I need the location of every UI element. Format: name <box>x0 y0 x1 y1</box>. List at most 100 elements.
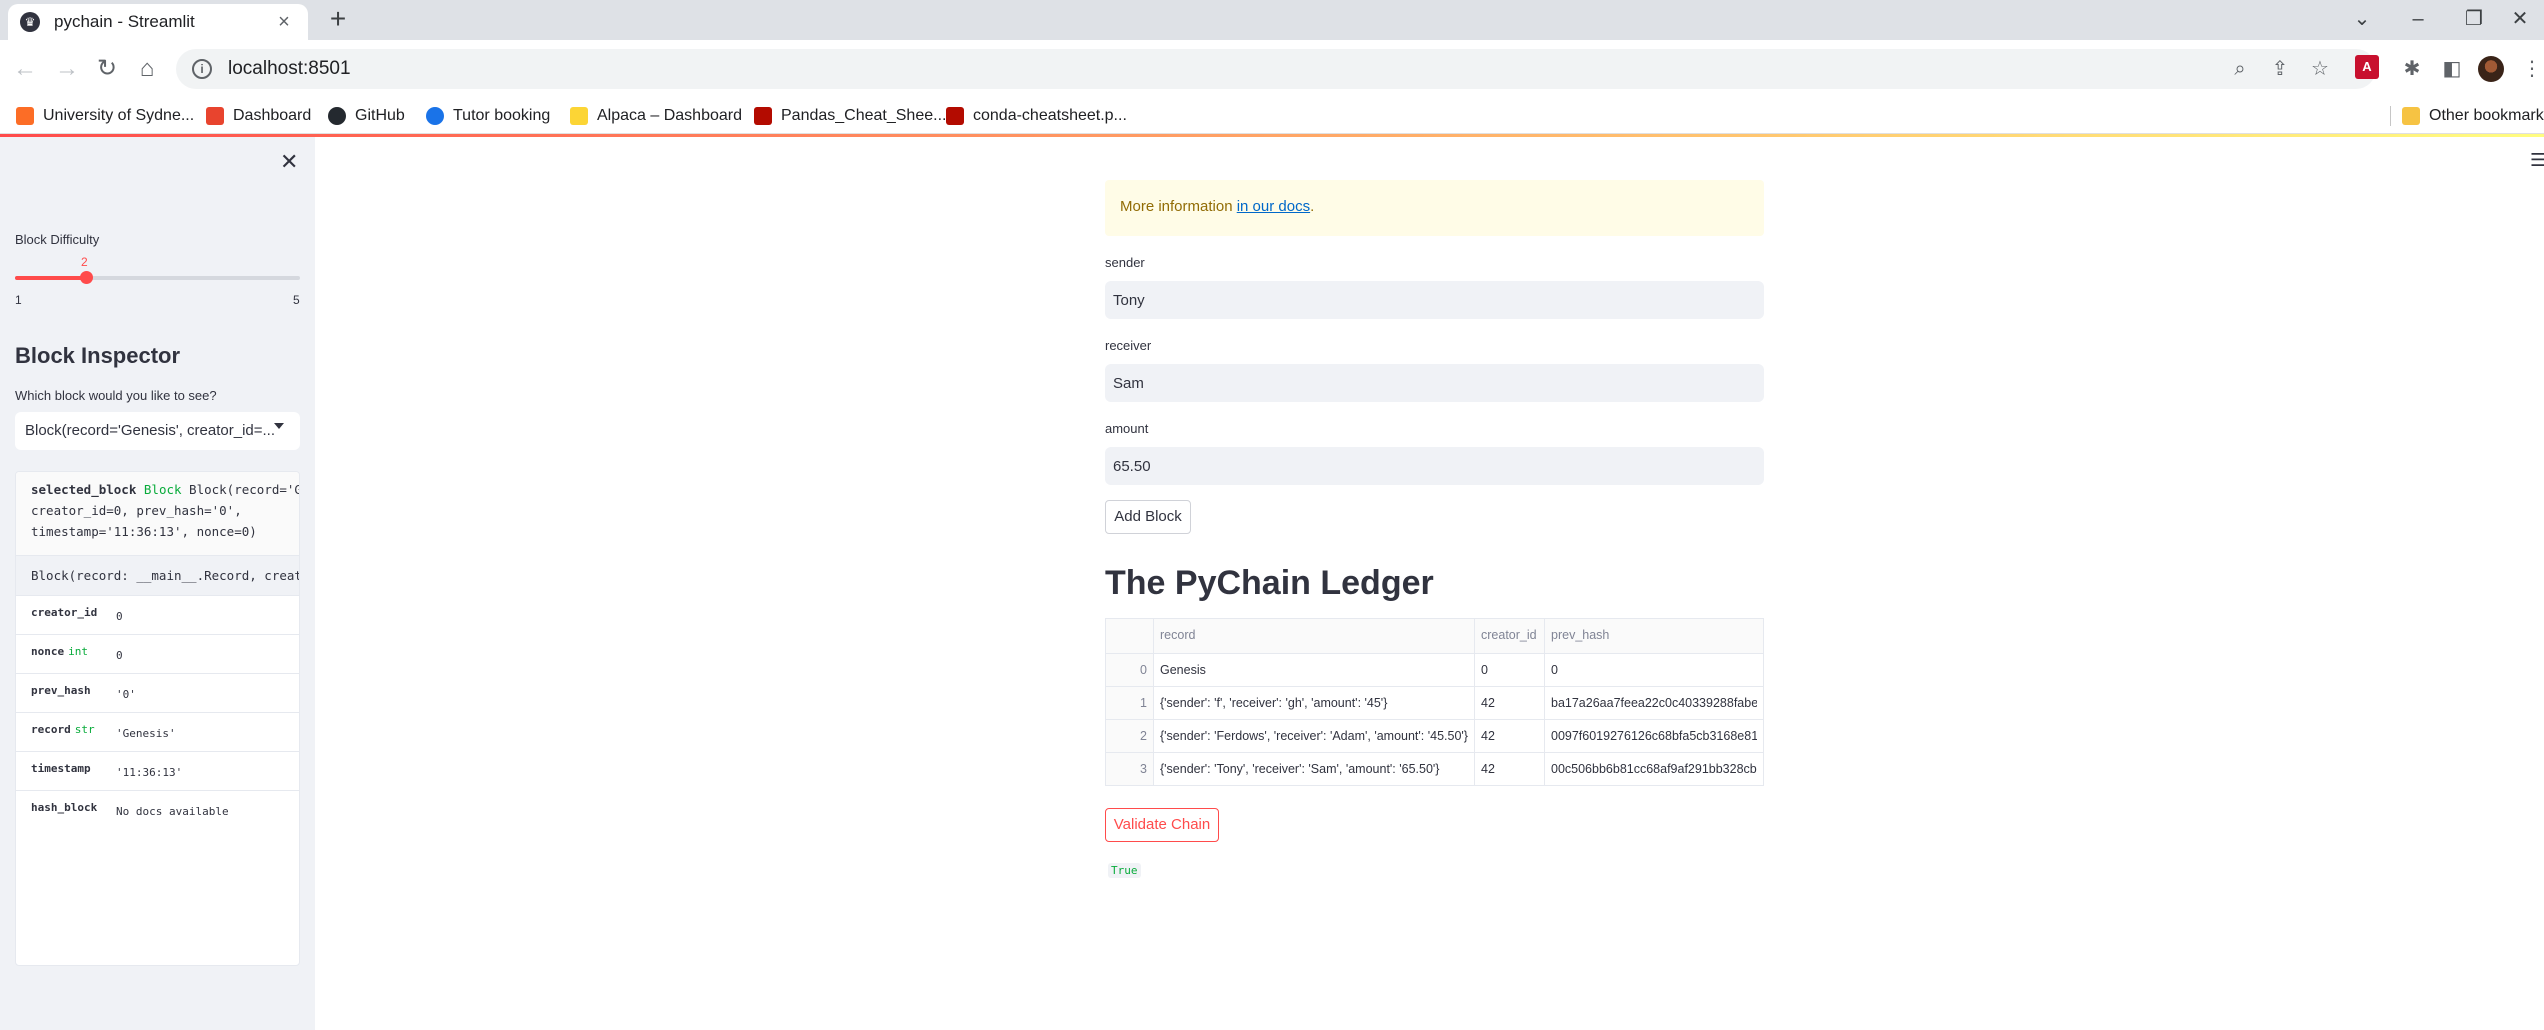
amount-input[interactable]: 65.50 <box>1105 447 1764 485</box>
docs-link[interactable]: in our docs <box>1237 198 1310 215</box>
help-member-name: hash_block <box>31 801 98 814</box>
help-member-name: prev_hash <box>31 684 91 697</box>
browser-tab[interactable]: ♛ pychain - Streamlit × <box>8 4 308 40</box>
chevron-down-icon[interactable] <box>274 423 284 429</box>
prev-hash-cell[interactable]: 00c506bb6b81cc68af9af291bb328cb4 <box>1545 753 1757 785</box>
bookmark-label: GitHub <box>355 107 405 124</box>
ledger-heading: The PyChain Ledger <box>1105 564 1434 602</box>
tutor-icon <box>426 107 444 125</box>
receiver-input[interactable]: Sam <box>1105 364 1764 402</box>
block-inspector-heading: Block Inspector <box>15 343 181 368</box>
bookmark-separator <box>2390 106 2391 126</box>
slider-fill <box>15 276 87 280</box>
pdf-extension-icon[interactable]: A <box>2355 55 2379 79</box>
sidebar-close-icon[interactable]: ✕ <box>280 149 298 175</box>
block-select[interactable]: Block(record='Genesis', creator_id=... <box>15 412 300 450</box>
bookmark-label: University of Sydne... <box>43 107 195 124</box>
creator-id-cell[interactable]: 0 <box>1475 654 1545 686</box>
record-cell[interactable]: Genesis <box>1154 654 1475 686</box>
prev-hash-cell[interactable]: 0 <box>1545 654 1757 686</box>
bookmark-item[interactable]: GitHub <box>328 104 405 128</box>
star-icon[interactable]: ☆ <box>2308 57 2332 81</box>
info-icon[interactable]: i <box>192 59 212 79</box>
help-sig-line3: timestamp='11:36:13', nonce=0) <box>31 524 257 539</box>
help-member-row: prev_hash '0' <box>16 674 299 713</box>
column-header[interactable]: record <box>1154 619 1475 653</box>
bookmarks-bar: University of Sydne... Dashboard GitHub … <box>0 98 2544 134</box>
help-member-row: hash_block No docs available <box>16 791 299 830</box>
slider-label: Block Difficulty <box>15 232 100 247</box>
bookmark-item[interactable]: Dashboard <box>206 104 311 128</box>
minimize-icon[interactable]: – <box>2398 4 2438 34</box>
bookmark-item[interactable]: Alpaca – Dashboard <box>570 104 742 128</box>
record-cell[interactable]: {'sender': 'f', 'receiver': 'gh', 'amoun… <box>1154 687 1475 719</box>
bookmark-label: conda-cheatsheet.p... <box>973 107 1127 124</box>
help-member-row: nonce int 0 <box>16 635 299 674</box>
record-cell[interactable]: {'sender': 'Ferdows', 'receiver': 'Adam'… <box>1154 720 1475 752</box>
url-text[interactable]: localhost:8501 <box>228 58 351 80</box>
tab-title: pychain - Streamlit <box>54 12 195 31</box>
share-icon[interactable]: ⇪ <box>2268 57 2292 81</box>
column-header <box>1106 619 1154 653</box>
record-cell[interactable]: {'sender': 'Tony', 'receiver': 'Sam', 'a… <box>1154 753 1475 785</box>
sender-input[interactable]: Tony <box>1105 281 1764 319</box>
difficulty-slider[interactable] <box>15 271 300 284</box>
sidebar: ✕ Block Difficulty 2 1 5 Block Inspector… <box>0 137 315 1030</box>
slider-min: 1 <box>15 293 22 307</box>
bookmark-label: Alpaca – Dashboard <box>597 107 742 124</box>
address-bar[interactable]: i localhost:8501 ⌕ ⇪ ☆ <box>176 49 2376 89</box>
table-header: record creator_id prev_hash <box>1106 619 1763 654</box>
ledger-table[interactable]: record creator_id prev_hash 0 Genesis 0 … <box>1105 618 1764 786</box>
validate-chain-button[interactable]: Validate Chain <box>1105 808 1219 842</box>
help-member-name: timestamp <box>31 762 91 775</box>
bookmark-item[interactable]: University of Sydne... <box>16 104 194 128</box>
row-index: 0 <box>1106 654 1154 686</box>
help-var-name: selected_block <box>31 482 137 497</box>
gitlab-icon <box>16 107 34 125</box>
tab-close-icon[interactable]: × <box>272 11 296 34</box>
prev-hash-cell[interactable]: 0097f6019276126c68bfa5cb3168e818c <box>1545 720 1757 752</box>
window-close-icon[interactable]: ✕ <box>2500 4 2540 34</box>
back-icon[interactable]: ← <box>10 54 40 84</box>
help-member-value: 0 <box>116 649 123 662</box>
row-index: 3 <box>1106 753 1154 785</box>
help-docstring: Block(record: __main__.Record, creator_i… <box>16 556 299 596</box>
sidepanel-icon[interactable]: ◧ <box>2438 55 2466 83</box>
help-member-value: 'Genesis' <box>116 727 176 740</box>
column-header[interactable]: prev_hash <box>1545 619 1757 653</box>
zoom-icon[interactable]: ⌕ <box>2228 57 2252 81</box>
tab-search-icon[interactable]: ⌄ <box>2342 4 2382 34</box>
creator-id-cell[interactable]: 42 <box>1475 720 1545 752</box>
help-var-type: Block <box>143 482 182 497</box>
creator-id-cell[interactable]: 42 <box>1475 753 1545 785</box>
forward-icon[interactable]: → <box>52 54 82 84</box>
streamlit-decoration-bar <box>0 134 2544 137</box>
select-label: Which block would you like to see? <box>15 388 217 403</box>
help-member-value: '0' <box>116 688 136 701</box>
office-icon <box>206 107 224 125</box>
kebab-menu-icon[interactable]: ⋮ <box>2518 55 2544 83</box>
info-alert: More information in our docs. <box>1105 180 1764 236</box>
help-sig-line2: creator_id=0, prev_hash='0', <box>31 503 242 518</box>
new-tab-icon[interactable]: + <box>324 5 352 34</box>
prev-hash-cell[interactable]: ba17a26aa7feea22c0c40339288fabe1c <box>1545 687 1757 719</box>
validation-result: True <box>1108 863 1141 878</box>
hamburger-icon[interactable]: ☰ <box>2530 150 2544 171</box>
reload-icon[interactable]: ↻ <box>92 54 122 84</box>
help-member-name: nonce int <box>31 645 88 658</box>
column-header[interactable]: creator_id <box>1475 619 1545 653</box>
restore-icon[interactable]: ❐ <box>2454 4 2494 34</box>
extensions-icon[interactable]: ✱ <box>2398 55 2426 83</box>
slider-thumb[interactable] <box>80 271 94 284</box>
home-icon[interactable]: ⌂ <box>132 54 162 84</box>
bookmark-item[interactable]: conda-cheatsheet.p... <box>946 104 1127 128</box>
other-bookmarks[interactable]: Other bookmarks <box>2402 104 2544 128</box>
bookmark-label: Dashboard <box>233 107 312 124</box>
bookmark-item[interactable]: Pandas_Cheat_Shee... <box>754 104 946 128</box>
row-index: 2 <box>1106 720 1154 752</box>
bookmark-item[interactable]: Tutor booking <box>426 104 550 128</box>
add-block-button[interactable]: Add Block <box>1105 500 1191 534</box>
creator-id-cell[interactable]: 42 <box>1475 687 1545 719</box>
profile-avatar[interactable] <box>2478 56 2504 82</box>
info-end: . <box>1310 198 1315 215</box>
